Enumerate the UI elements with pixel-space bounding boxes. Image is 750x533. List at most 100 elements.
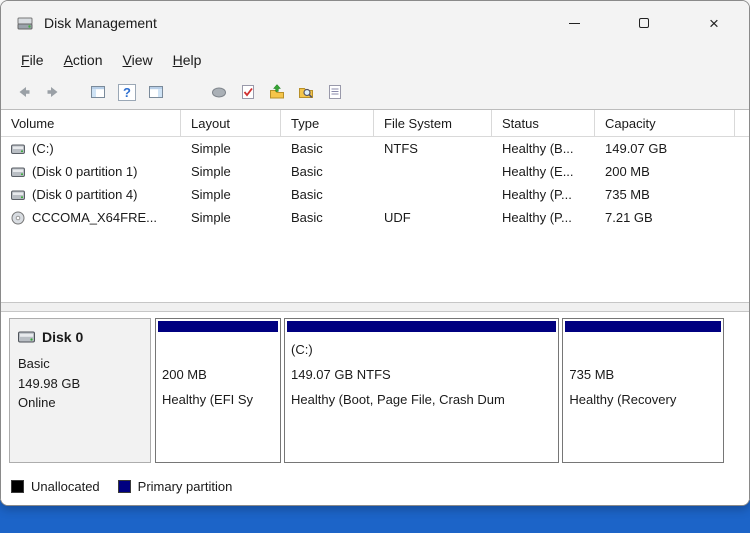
volume-name: (Disk 0 partition 4) (32, 187, 138, 202)
minimize-button[interactable] (539, 1, 609, 45)
maximize-button[interactable] (609, 1, 679, 45)
caption-buttons: × (539, 1, 749, 45)
column-header-volume[interactable]: Volume (1, 110, 181, 136)
partition-size: 735 MB (569, 367, 615, 382)
export-list-button[interactable] (322, 79, 348, 105)
disk-name: Disk 0 (42, 329, 84, 345)
volume-cell: (Disk 0 partition 4) (1, 187, 181, 202)
show-console-tree-icon (89, 83, 107, 101)
export-list-icon (326, 83, 344, 101)
legend-primary-partition: Primary partition (117, 479, 233, 494)
properties-button[interactable] (206, 79, 232, 105)
forward-button[interactable] (40, 79, 66, 105)
move-up-button[interactable] (264, 79, 290, 105)
check-disk-icon (239, 83, 257, 101)
volume-cell: (Disk 0 partition 1) (1, 164, 181, 179)
disk0-row: Disk 0 Basic 149.98 GB Online 200 MB Hea… (9, 318, 741, 463)
show-console-tree-button[interactable] (85, 79, 111, 105)
capacity-cell: 149.07 GB (605, 141, 668, 156)
disk-graphical-pane: Disk 0 Basic 149.98 GB Online 200 MB Hea… (1, 312, 749, 505)
partition-status: Healthy (EFI Sy (162, 392, 254, 407)
primary-partition-swatch (117, 480, 131, 493)
volume-cell: (C:) (1, 141, 181, 156)
disk-size: 149.98 GB (18, 375, 81, 391)
help-button[interactable]: ? (114, 79, 140, 105)
forward-icon (44, 83, 62, 101)
window-title: Disk Management (44, 15, 157, 31)
disk0-header-panel[interactable]: Disk 0 Basic 149.98 GB Online (9, 318, 151, 463)
status-cell: Healthy (P... (502, 210, 572, 225)
back-button[interactable] (11, 79, 37, 105)
legend: Unallocated Primary partition (11, 479, 232, 494)
menu-item-view[interactable]: View (113, 48, 163, 72)
file-system-cell: UDF (384, 210, 411, 225)
column-header-partial[interactable] (735, 110, 749, 136)
explore-button[interactable] (293, 79, 319, 105)
partition-block-efi[interactable]: 200 MB Healthy (EFI Sy (155, 318, 281, 463)
partition-status: Healthy (Boot, Page File, Crash Dum (290, 392, 505, 407)
capacity-cell: 7.21 GB (605, 210, 653, 225)
column-header-file-system[interactable]: File System (374, 110, 492, 136)
menubar: File Action View Help (1, 45, 749, 75)
status-cell: Healthy (B... (502, 141, 574, 156)
titlebar[interactable]: Disk Management × (1, 1, 749, 45)
check-disk-button[interactable] (235, 79, 261, 105)
column-header-type[interactable]: Type (281, 110, 374, 136)
partition-strip: 200 MB Healthy (EFI Sy (C:) 149.07 GB NT… (155, 318, 741, 463)
disk-management-app-icon[interactable] (17, 15, 33, 31)
toolbar: ? (1, 75, 749, 109)
partition-block-recovery[interactable]: 735 MB Healthy (Recovery (562, 318, 724, 463)
volume-list-pane: Volume Layout Type File System Status Ca… (1, 109, 749, 302)
volume-name: (C:) (32, 141, 54, 156)
menu-item-help[interactable]: Help (163, 48, 212, 72)
move-up-icon (268, 83, 286, 101)
column-header-layout[interactable]: Layout (181, 110, 281, 136)
partition-size: 149.07 GB NTFS (290, 367, 391, 382)
explore-icon (297, 83, 315, 101)
type-cell: Basic (291, 187, 323, 202)
partition-name: (C:) (290, 342, 313, 357)
volume-name: (Disk 0 partition 1) (32, 164, 138, 179)
properties-icon (210, 83, 228, 101)
volume-cell: CCCOMA_X64FRE... (1, 210, 181, 225)
help-icon: ? (118, 83, 136, 101)
layout-cell: Simple (191, 210, 231, 225)
layout-cell: Simple (191, 164, 231, 179)
close-icon: × (709, 13, 719, 33)
cd-rom-icon (11, 211, 25, 225)
type-cell: Basic (291, 141, 323, 156)
show-action-pane-button[interactable] (143, 79, 169, 105)
partition-size: 200 MB (162, 367, 207, 382)
status-cell: Healthy (P... (502, 187, 572, 202)
layout-cell: Simple (191, 187, 231, 202)
legend-label: Primary partition (137, 479, 233, 494)
table-row[interactable]: CCCOMA_X64FRE... Simple Basic UDF Health… (1, 206, 749, 229)
column-header-capacity[interactable]: Capacity (595, 110, 735, 136)
partition-color-bar (158, 321, 278, 332)
legend-unallocated: Unallocated (11, 479, 100, 494)
file-system-cell: NTFS (384, 141, 418, 156)
type-cell: Basic (291, 164, 323, 179)
hard-disk-icon (11, 189, 25, 201)
volume-name: CCCOMA_X64FRE... (32, 210, 157, 225)
minimize-icon (568, 22, 580, 24)
disk-drive-icon (18, 330, 35, 344)
type-cell: Basic (291, 210, 323, 225)
volume-table-header: Volume Layout Type File System Status Ca… (1, 110, 749, 137)
menu-item-file[interactable]: File (11, 48, 54, 72)
disk-type: Basic (18, 356, 50, 371)
table-row[interactable]: (Disk 0 partition 4) Simple Basic Health… (1, 183, 749, 206)
close-button[interactable]: × (679, 1, 749, 45)
table-row[interactable]: (C:) Simple Basic NTFS Healthy (B... 149… (1, 137, 749, 160)
back-icon (15, 83, 33, 101)
table-row[interactable]: (Disk 0 partition 1) Simple Basic Health… (1, 160, 749, 183)
menu-item-action[interactable]: Action (54, 48, 113, 72)
pane-splitter[interactable] (1, 302, 749, 312)
show-action-pane-icon (147, 83, 165, 101)
column-header-status[interactable]: Status (492, 110, 595, 136)
disk-status: Online (18, 395, 56, 410)
unallocated-swatch (11, 480, 24, 493)
partition-block-c[interactable]: (C:) 149.07 GB NTFS Healthy (Boot, Page … (283, 318, 560, 463)
partition-color-bar (286, 321, 557, 332)
status-cell: Healthy (E... (502, 164, 574, 179)
